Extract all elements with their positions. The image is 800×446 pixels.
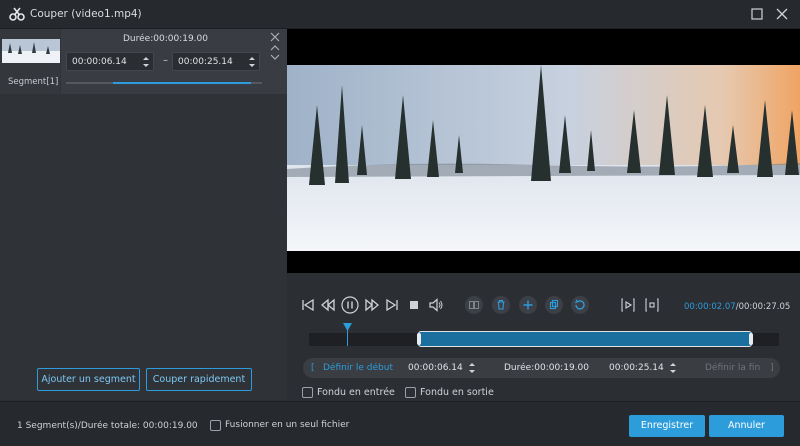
segment-start-value: 00:00:06.14: [72, 57, 127, 67]
move-down-icon[interactable]: [269, 52, 281, 62]
segment-start-input[interactable]: 00:00:06.14: [66, 52, 154, 71]
pause-icon[interactable]: [341, 296, 359, 314]
close-icon[interactable]: [775, 7, 789, 21]
segment-panel: Segment[1] Durée:00:00:19.00 00:00:06.14…: [0, 29, 287, 400]
fade-in-label[interactable]: Fondu en entrée: [317, 387, 395, 398]
go-to-start-icon[interactable]: [300, 297, 316, 313]
copy-icon: [549, 299, 559, 310]
fade-out-label[interactable]: Fondu en sortie: [420, 387, 494, 398]
title-bar: Couper (video1.mp4): [0, 0, 800, 29]
range-dash: –: [163, 55, 168, 66]
set-end-bracket: ]: [770, 363, 774, 373]
set-start-button[interactable]: Définir le début: [323, 363, 393, 373]
spinner-icon[interactable]: [248, 55, 256, 69]
stop-segment-icon[interactable]: [644, 297, 660, 313]
snapshot-button[interactable]: [465, 296, 483, 314]
playhead-line: [347, 330, 348, 346]
segment-end-input[interactable]: 00:00:25.14: [172, 52, 260, 71]
save-button[interactable]: Enregistrer: [629, 415, 705, 437]
segment-progress-fill: [113, 82, 251, 84]
merge-label[interactable]: Fusionner en un seul fichier: [225, 420, 349, 430]
scissors-icon: [9, 7, 25, 21]
timeline-selection[interactable]: [418, 331, 752, 347]
fast-forward-icon[interactable]: [364, 297, 380, 313]
total-summary: 1 Segment(s)/Durée totale: 00:00:19.00: [17, 421, 198, 431]
spinner-icon[interactable]: [669, 361, 677, 375]
segment-label: Segment[1]: [8, 77, 59, 87]
spinner-icon[interactable]: [468, 361, 476, 375]
set-start-bracket: [: [311, 363, 315, 373]
stop-icon[interactable]: [406, 297, 422, 313]
timeline-start-handle[interactable]: [417, 333, 421, 345]
reset-icon: [574, 299, 585, 310]
rewind-icon[interactable]: [320, 297, 336, 313]
timeline-end-handle[interactable]: [749, 333, 753, 345]
fade-in-checkbox[interactable]: [302, 387, 313, 398]
time-display: 00:00:02.07/00:00:27.05: [684, 302, 790, 312]
segment-thumbnail: [2, 39, 60, 63]
trash-icon: [497, 299, 505, 310]
copy-button[interactable]: [545, 296, 563, 314]
cancel-button[interactable]: Annuler: [709, 415, 784, 437]
play-segment-icon[interactable]: [620, 297, 636, 313]
go-to-end-icon[interactable]: [384, 297, 400, 313]
plus-icon: [523, 300, 533, 310]
video-frame: [287, 65, 800, 251]
trim-start-value[interactable]: 00:00:06.14: [408, 363, 463, 373]
delete-button[interactable]: [492, 296, 510, 314]
fade-out-checkbox[interactable]: [405, 387, 416, 398]
add-button[interactable]: [519, 296, 537, 314]
reset-button[interactable]: [571, 296, 589, 314]
window-title: Couper (video1.mp4): [30, 8, 142, 20]
segment-editor: Durée:00:00:19.00 00:00:06.14 – 00:00:25…: [61, 29, 287, 94]
spinner-icon[interactable]: [142, 55, 150, 69]
frames-icon: [469, 301, 479, 309]
segment-duration: Durée:00:00:19.00: [123, 34, 208, 44]
trim-end-value[interactable]: 00:00:25.14: [609, 363, 664, 373]
set-end-button[interactable]: Définir la fin: [705, 363, 760, 373]
current-time: 00:00:02.07: [684, 302, 736, 312]
remove-segment-icon[interactable]: [269, 32, 281, 42]
video-preview: [287, 29, 800, 273]
volume-icon[interactable]: [428, 297, 444, 313]
quick-cut-button[interactable]: Couper rapidement: [146, 368, 252, 391]
maximize-icon[interactable]: [750, 7, 764, 21]
total-time: /00:00:27.05: [735, 302, 791, 312]
trim-duration: Durée:00:00:19.00: [504, 363, 589, 373]
add-segment-button[interactable]: Ajouter un segment: [37, 368, 140, 391]
playhead-marker-icon[interactable]: [343, 323, 352, 331]
merge-checkbox[interactable]: [210, 420, 221, 431]
segment-end-value: 00:00:25.14: [178, 57, 233, 67]
